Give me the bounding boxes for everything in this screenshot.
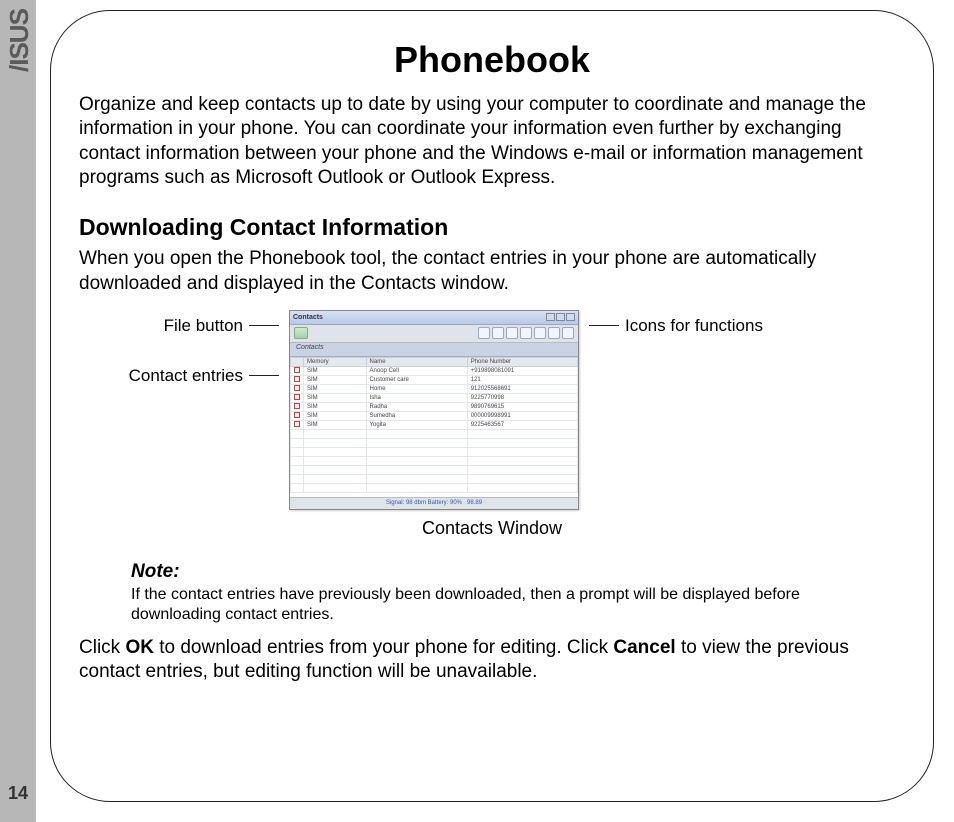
note-heading: Note: [131, 561, 865, 583]
note-block: Note: If the contact entries have previo… [131, 561, 865, 626]
cell-name: Customer care [366, 375, 467, 384]
table-row[interactable] [291, 456, 578, 465]
cell-memory: SIM [304, 366, 367, 375]
cell-memory: SIM [304, 402, 367, 411]
cell-phone: 9225770998 [467, 393, 577, 402]
leader-line [249, 375, 279, 376]
toolbar [290, 325, 578, 343]
col-phone: Phone Number [467, 357, 577, 366]
row-icon [291, 384, 304, 393]
window-titlebar: Contacts [290, 311, 578, 325]
contacts-window-screenshot: Contacts Contacts [289, 310, 579, 510]
cell-name: Yogita [366, 420, 467, 429]
window-title: Contacts [293, 314, 323, 321]
brand-logo: /ISUS [4, 9, 35, 72]
function-icons [478, 327, 574, 339]
cell-memory: SIM [304, 375, 367, 384]
cell-phone: 000009998991 [467, 411, 577, 420]
section-paragraph: When you open the Phonebook tool, the co… [79, 247, 905, 296]
row-icon [291, 366, 304, 375]
cell-phone: 9225463567 [467, 420, 577, 429]
table-row[interactable] [291, 447, 578, 456]
toolbar-icon[interactable] [506, 327, 518, 339]
cell-name: Isha [366, 393, 467, 402]
toolbar-icon[interactable] [520, 327, 532, 339]
col-memory: Memory [304, 357, 367, 366]
table-row[interactable]: SIMAnoop Cell+919898081091 [291, 366, 578, 375]
cell-memory: SIM [304, 420, 367, 429]
label-icons-for-functions: Icons for functions [625, 316, 763, 336]
figure-area: File button Contact entries Contacts [79, 310, 905, 510]
figure-caption: Contacts Window [79, 518, 905, 539]
closing-paragraph: Click OK to download entries from your p… [79, 636, 905, 685]
status-text: Signal: 98 dbm Battery: 90% [386, 500, 462, 506]
toolbar-icon[interactable] [478, 327, 490, 339]
page-title: Phonebook [79, 39, 905, 81]
figure-right-labels: Icons for functions [589, 310, 905, 366]
cell-phone: 912025568691 [467, 384, 577, 393]
note-text: If the contact entries have previously b… [131, 585, 865, 626]
window-controls [546, 313, 575, 321]
table-row[interactable]: SIMRadha9890769615 [291, 402, 578, 411]
row-icon [291, 393, 304, 402]
cell-memory: SIM [304, 393, 367, 402]
label-contact-entries: Contact entries [129, 366, 243, 386]
table-row[interactable] [291, 474, 578, 483]
table-row[interactable] [291, 438, 578, 447]
closing-text: to download entries from your phone for … [154, 637, 613, 658]
row-icon [291, 375, 304, 384]
cell-memory: SIM [304, 384, 367, 393]
cancel-label: Cancel [613, 637, 675, 658]
toolbar-icon[interactable] [562, 327, 574, 339]
cell-name: Radha [366, 402, 467, 411]
cell-phone: 121 [467, 375, 577, 384]
label-file-button: File button [164, 316, 243, 336]
cell-phone: +919898081091 [467, 366, 577, 375]
page-number: 14 [8, 783, 28, 804]
row-icon [291, 411, 304, 420]
row-icon [291, 402, 304, 411]
cell-name: Sumedha [366, 411, 467, 420]
contacts-tab[interactable]: Contacts [290, 343, 578, 357]
col-name: Name [366, 357, 467, 366]
status-bar: Signal: 98 dbm Battery: 90% 98.89 [290, 497, 578, 509]
table-row[interactable]: SIMSumedha000009998991 [291, 411, 578, 420]
table-row[interactable] [291, 483, 578, 492]
col-icon [291, 357, 304, 366]
figure-left-labels: File button Contact entries [79, 310, 279, 386]
table-row[interactable]: SIMYogita9225463567 [291, 420, 578, 429]
toolbar-icon[interactable] [492, 327, 504, 339]
leader-line [249, 325, 279, 326]
page-spine: 14 [0, 0, 36, 822]
cell-name: Anoop Cell [366, 366, 467, 375]
contacts-grid: Memory Name Phone Number SIMAnoop Cell+9… [290, 357, 578, 497]
intro-paragraph: Organize and keep contacts up to date by… [79, 93, 905, 190]
status-right: 98.89 [467, 500, 482, 506]
closing-text: Click [79, 637, 125, 658]
table-row[interactable]: SIMCustomer care121 [291, 375, 578, 384]
ok-label: OK [125, 637, 154, 658]
leader-line [589, 325, 619, 326]
table-row[interactable] [291, 429, 578, 438]
section-heading: Downloading Contact Information [79, 214, 905, 241]
table-row[interactable]: SIMIsha9225770998 [291, 393, 578, 402]
table-row[interactable]: SIMHome912025568691 [291, 384, 578, 393]
cell-phone: 9890769615 [467, 402, 577, 411]
row-icon [291, 420, 304, 429]
cell-name: Home [366, 384, 467, 393]
table-row[interactable] [291, 465, 578, 474]
cell-memory: SIM [304, 411, 367, 420]
toolbar-icon[interactable] [548, 327, 560, 339]
content-frame: Phonebook Organize and keep contacts up … [50, 10, 934, 802]
toolbar-icon[interactable] [534, 327, 546, 339]
file-button-icon[interactable] [294, 327, 308, 339]
